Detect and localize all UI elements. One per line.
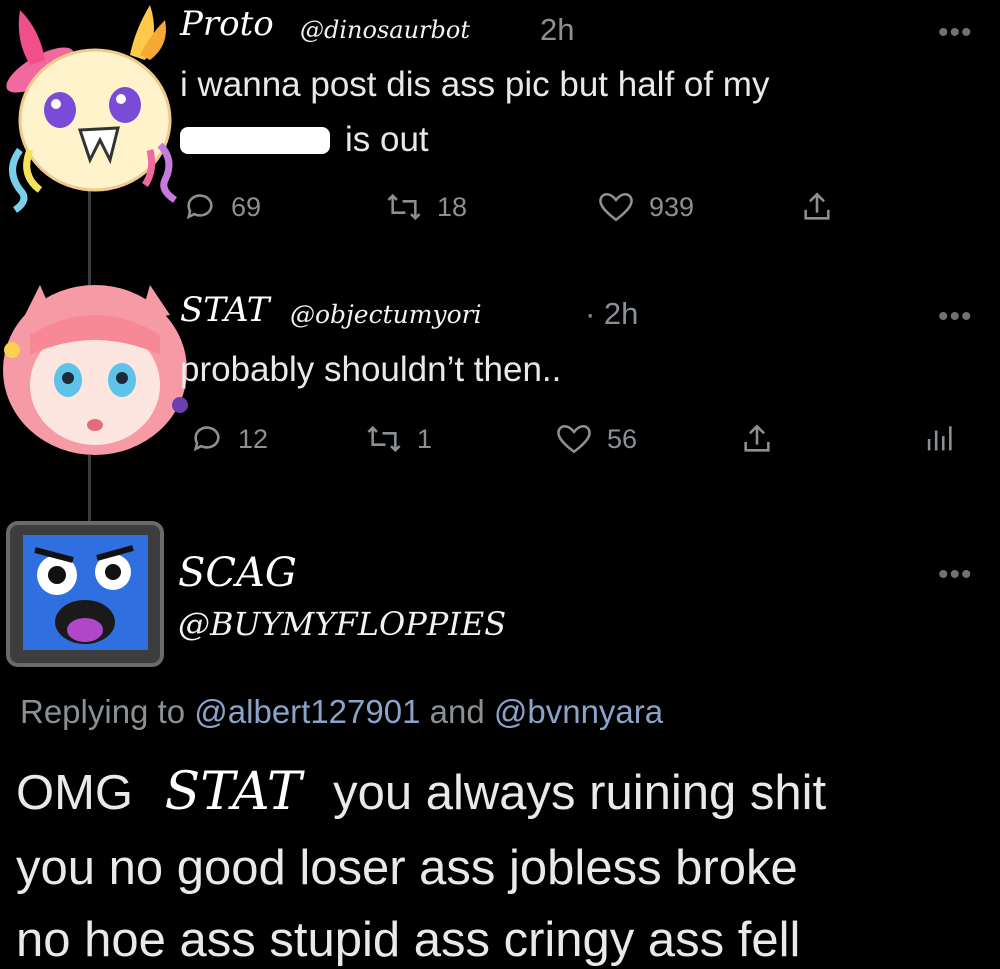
tweet3-handle[interactable]: @BUYMYFLOPPIES xyxy=(178,605,506,643)
retweet-button[interactable]: 1 xyxy=(365,422,432,456)
tweet2-handle[interactable]: @objectumyori xyxy=(290,300,482,329)
more-icon[interactable]: ••• xyxy=(938,558,973,592)
share-icon xyxy=(804,192,830,220)
tweet1-time[interactable]: 2h xyxy=(540,12,574,48)
retweet-count: 1 xyxy=(417,423,433,454)
avatar-stat[interactable] xyxy=(0,275,190,460)
tweet1-text-line1: i wanna post dis ass pic but half of my xyxy=(180,65,770,104)
replying-prefix: Replying to xyxy=(20,693,186,730)
tweet2-time[interactable]: · 2h xyxy=(585,296,638,332)
mention-link[interactable]: @bvnnyara xyxy=(494,693,663,730)
tweet1-name[interactable]: Proto xyxy=(180,4,274,44)
reply-icon xyxy=(186,194,213,220)
like-icon xyxy=(599,192,633,222)
avatar-proto[interactable] xyxy=(0,0,190,215)
tweet3-name[interactable]: SCAG xyxy=(178,550,297,596)
tweet1-handle[interactable]: @dinosaurbot xyxy=(300,16,470,44)
text-line1-end: you always ruining shit xyxy=(333,766,827,820)
tweet3-text-line2: you no good loser ass jobless broke xyxy=(16,841,798,895)
retweet-button[interactable]: 18 xyxy=(385,190,467,224)
tweet3-text-line3: no hoe ass stupid ass cringy ass fell xyxy=(16,913,801,967)
analytics-button[interactable] xyxy=(922,422,956,456)
thread-line xyxy=(88,455,91,525)
reply-button[interactable]: 12 xyxy=(190,422,268,456)
censor-block xyxy=(180,127,330,154)
reply-count: 12 xyxy=(238,423,269,454)
more-icon[interactable]: ••• xyxy=(938,300,973,334)
like-count: 56 xyxy=(607,423,638,454)
mention-link[interactable]: @albert127901 xyxy=(194,693,420,730)
replying-and: and xyxy=(429,693,485,730)
tweet3-text-line1: OMG STAT you always ruining shit xyxy=(16,762,826,822)
like-count: 939 xyxy=(649,191,695,222)
analytics-icon xyxy=(927,426,952,451)
retweet-icon xyxy=(367,425,401,453)
replying-to: Replying to @albert127901 and @bvnnyara xyxy=(20,693,663,731)
share-button[interactable] xyxy=(800,190,834,224)
like-icon xyxy=(557,424,591,454)
text-stat-handwritten: STAT xyxy=(164,762,302,822)
more-icon[interactable]: ••• xyxy=(938,16,973,50)
like-button[interactable]: 56 xyxy=(555,422,637,456)
reply-button[interactable]: 69 xyxy=(183,190,261,224)
tweet1-text-line2: is out xyxy=(345,120,429,159)
reply-icon xyxy=(193,426,220,452)
share-button[interactable] xyxy=(740,422,774,456)
share-icon xyxy=(744,424,770,452)
retweet-count: 18 xyxy=(437,191,468,222)
text-omg: OMG xyxy=(16,766,134,820)
retweet-icon xyxy=(387,193,421,221)
tweet2-text: probably shouldn’t then.. xyxy=(180,350,562,389)
tweet2-name[interactable]: STAT xyxy=(180,290,269,330)
reply-count: 69 xyxy=(231,191,262,222)
avatar-scag[interactable] xyxy=(5,520,165,668)
like-button[interactable]: 939 xyxy=(597,190,694,224)
